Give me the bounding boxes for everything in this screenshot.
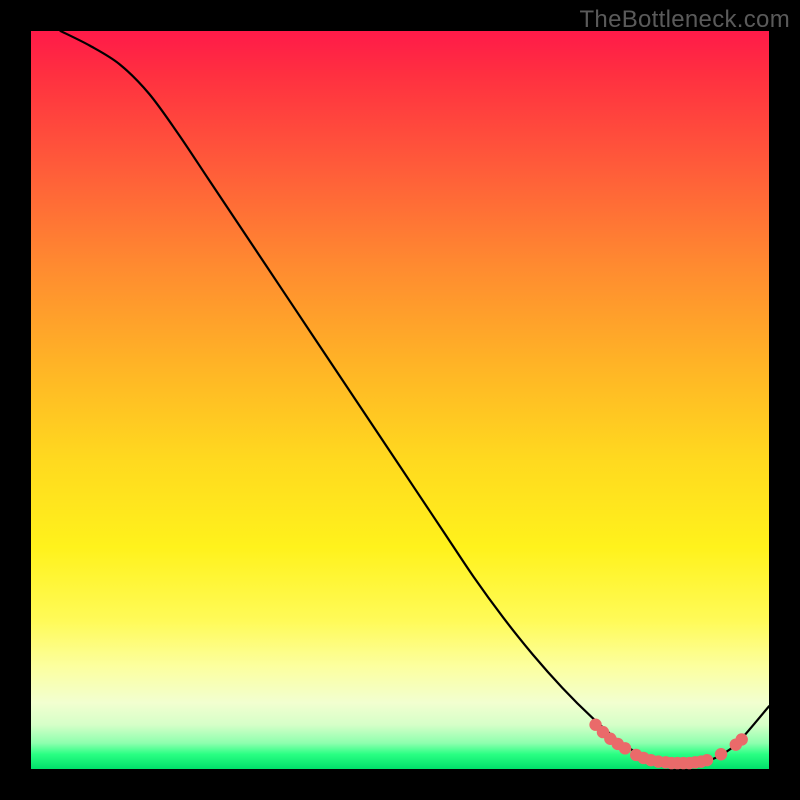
curve-marker [715,748,727,760]
chart-frame: TheBottleneck.com [0,0,800,800]
curve-marker [735,733,747,745]
watermark-text: TheBottleneck.com [579,6,790,34]
plot-area [31,31,769,769]
bottleneck-curve [61,31,769,763]
curve-markers [589,719,748,770]
curve-marker [701,754,713,766]
curve-layer [31,31,769,769]
curve-marker [619,742,631,754]
